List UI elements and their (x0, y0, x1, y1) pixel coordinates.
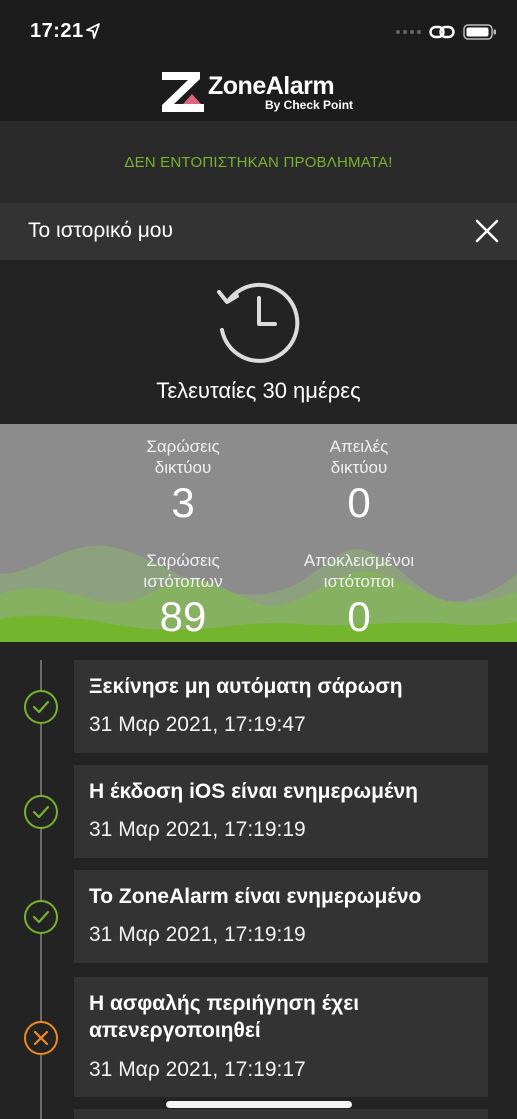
stat-network-scans: Σαρώσεις δικτύου 3 (103, 436, 263, 528)
location-arrow-icon (86, 23, 100, 39)
zonealarm-logo-icon (162, 72, 204, 112)
link-icon (429, 25, 455, 39)
home-indicator[interactable] (166, 1101, 352, 1108)
event-time: 31 Μαρ 2021, 17:19:17 (89, 1058, 306, 1081)
stat-label: Απειλές δικτύου (329, 437, 389, 477)
stat-value: 3 (171, 479, 195, 526)
signal-icon (396, 30, 421, 34)
status-banner: ΔΕΝ ΕΝΤΟΠΙΣΤΗΚΑΝ ΠΡΟΒΛΗΜΑΤΑ! (0, 121, 517, 203)
stat-site-scans: Σαρώσεις ιστότοπων 89 (103, 550, 263, 642)
history-header: Το ιστορικό μου (0, 203, 517, 260)
stats-panel: Σαρώσεις δικτύου 3 Απειλές δικτύου 0 Σαρώσ… (0, 424, 517, 642)
stat-label: Σαρώσεις ιστότοπων (143, 551, 223, 591)
stat-label: Αποκλεισμένοι ιστότοποι (303, 551, 415, 591)
check-circle-icon (24, 690, 58, 724)
status-message: ΔΕΝ ΕΝΤΟΠΙΣΤΗΚΑΝ ΠΡΟΒΛΗΜΑΤΑ! (124, 153, 393, 171)
event-time: 31 Μαρ 2021, 17:19:19 (89, 818, 306, 841)
history-clock-icon (217, 282, 300, 363)
event-card[interactable]: Η έκδοση iOS είναι ενημερωμένη 31 Μαρ 20… (74, 765, 488, 858)
stat-blocked-sites: Αποκλεισμένοι ιστότοποι 0 (279, 550, 439, 642)
history-summary: Τελευταίες 30 ημέρες (0, 260, 517, 424)
logo-wordmark: ZoneAlarm (208, 72, 335, 100)
event-title: Η έκδοση iOS είναι ενημερωμένη (89, 780, 418, 803)
event-card[interactable]: Το ZoneAlarm είναι ενημερωμένο 31 Μαρ 20… (74, 870, 488, 963)
stat-network-threats: Απειλές δικτύου 0 (279, 436, 439, 528)
status-bar: 17:21 (0, 0, 517, 64)
event-card[interactable] (74, 1109, 488, 1119)
status-indicators (396, 22, 497, 42)
event-title: Το ZoneAlarm είναι ενημερωμένο (89, 885, 422, 908)
event-card[interactable]: Ξεκίνησε μη αυτόματη σάρωση 31 Μαρ 2021,… (74, 660, 488, 753)
app-header: ZoneAlarm By Check Point (0, 64, 517, 121)
stat-value: 0 (347, 593, 371, 640)
event-time: 31 Μαρ 2021, 17:19:47 (89, 713, 306, 736)
event-timeline: Ξεκίνησε μη αυτόματη σάρωση 31 Μαρ 2021,… (0, 650, 517, 1119)
page-title: Το ιστορικό μου (28, 219, 173, 242)
stat-value: 0 (347, 479, 371, 526)
check-circle-icon (24, 900, 58, 934)
x-circle-icon (24, 1021, 58, 1055)
logo-subtitle: By Check Point (265, 98, 354, 112)
event-title: Ξεκίνησε μη αυτόματη σάρωση (89, 675, 403, 698)
event-time: 31 Μαρ 2021, 17:19:19 (89, 923, 306, 946)
check-circle-icon (24, 795, 58, 829)
status-time: 17:21 (30, 20, 84, 42)
event-card[interactable]: Η ασφαλής περιήγηση έχει απενεργοποιηθεί… (74, 977, 488, 1097)
battery-icon (463, 24, 496, 40)
stat-label: Σαρώσεις δικτύου (146, 437, 220, 477)
close-icon[interactable] (471, 215, 503, 247)
period-label: Τελευταίες 30 ημέρες (156, 378, 361, 403)
zonealarm-logo: ZoneAlarm By Check Point (160, 70, 360, 116)
stat-value: 89 (159, 593, 207, 640)
event-title: Η ασφαλής περιήγηση έχει απενεργοποιηθεί (89, 992, 360, 1042)
